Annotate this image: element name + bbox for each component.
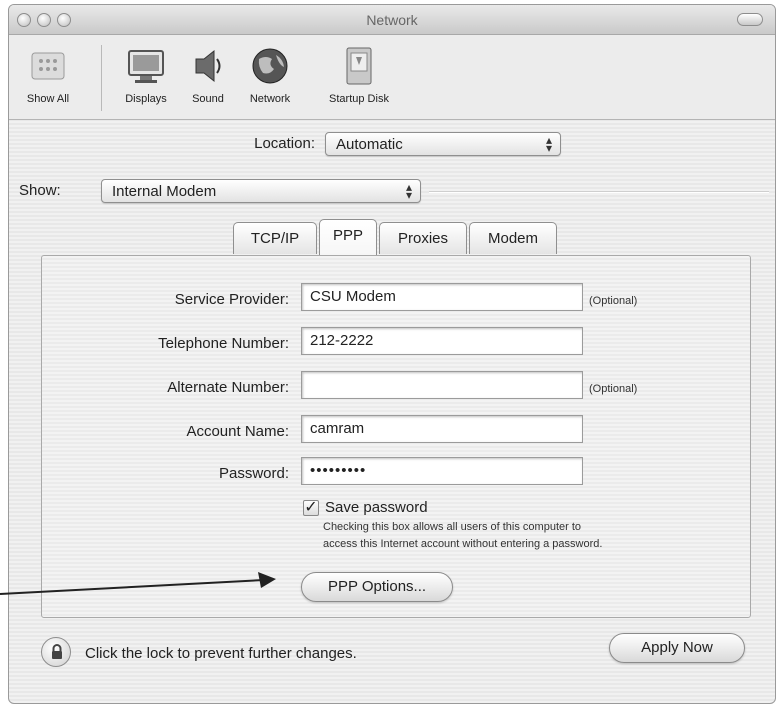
- toolbar-item-show-all[interactable]: Show All: [15, 45, 81, 105]
- toolbar: Show All Displays Sound Network Startup …: [9, 35, 775, 120]
- window-title: Network: [366, 12, 418, 28]
- globe-icon: [250, 45, 290, 87]
- speaker-icon: [188, 45, 228, 87]
- save-password-checkbox[interactable]: ✓: [303, 500, 319, 516]
- toolbar-item-displays[interactable]: Displays: [113, 45, 179, 105]
- service-provider-optional-note: (Optional): [589, 295, 638, 307]
- password-label: Password:: [218, 465, 289, 482]
- tab-ppp[interactable]: PPP: [319, 219, 377, 255]
- toolbar-label-sound: Sound: [192, 93, 224, 105]
- toolbar-separator: [101, 45, 102, 111]
- apple-logo-icon: [28, 45, 68, 87]
- show-divider: [429, 191, 769, 193]
- display-icon: [126, 45, 166, 87]
- account-name-field[interactable]: camram: [301, 415, 583, 443]
- checkmark-icon: ✓: [304, 499, 318, 516]
- title-bar: Network: [9, 5, 775, 35]
- apply-now-button[interactable]: Apply Now: [609, 633, 745, 663]
- show-value: Internal Modem: [112, 183, 217, 200]
- password-field[interactable]: •••••••••: [301, 457, 583, 485]
- popup-arrows-icon: ▴ ▾: [405, 180, 412, 202]
- tab-proxies[interactable]: Proxies: [379, 222, 467, 254]
- location-value: Automatic: [336, 136, 403, 153]
- alternate-number-field[interactable]: [301, 371, 583, 399]
- save-password-label[interactable]: Save password: [325, 499, 428, 516]
- tab-tcpip[interactable]: TCP/IP: [233, 222, 317, 254]
- toolbar-label-startup-disk: Startup Disk: [329, 93, 389, 105]
- toolbar-item-sound[interactable]: Sound: [179, 45, 237, 105]
- show-label: Show:: [19, 182, 61, 199]
- alternate-number-label: Alternate Number:: [167, 379, 289, 396]
- toolbar-label-displays: Displays: [125, 93, 167, 105]
- account-name-label: Account Name:: [186, 423, 289, 440]
- lock-hint-text: Click the lock to prevent further change…: [85, 645, 357, 662]
- annotation-arrow-icon: [0, 572, 276, 595]
- service-provider-field[interactable]: CSU Modem: [301, 283, 583, 311]
- location-label: Location:: [254, 135, 315, 152]
- toolbar-label-show-all: Show All: [26, 93, 70, 105]
- toolbar-item-network[interactable]: Network: [237, 45, 303, 105]
- popup-arrows-icon: ▴ ▾: [545, 133, 552, 155]
- hard-disk-icon: [339, 45, 379, 87]
- toolbar-label-network: Network: [249, 93, 291, 105]
- toolbar-item-startup-disk[interactable]: Startup Disk: [309, 45, 409, 105]
- lock-icon: [52, 644, 62, 659]
- show-popup[interactable]: Internal Modem ▴ ▾: [101, 179, 421, 203]
- lock-button[interactable]: [41, 637, 71, 667]
- telephone-number-field[interactable]: 212-2222: [301, 327, 583, 355]
- alternate-number-optional-note: (Optional): [589, 383, 638, 395]
- toolbar-toggle-button[interactable]: [737, 13, 763, 26]
- ppp-options-button[interactable]: PPP Options...: [301, 572, 453, 602]
- location-popup[interactable]: Automatic ▴ ▾: [325, 132, 561, 156]
- save-password-help-line-2: access this Internet account without ent…: [323, 538, 603, 550]
- service-provider-label: Service Provider:: [174, 291, 289, 308]
- telephone-number-label: Telephone Number:: [158, 335, 289, 352]
- tab-modem[interactable]: Modem: [469, 222, 557, 254]
- save-password-help-line-1: Checking this box allows all users of th…: [323, 521, 582, 533]
